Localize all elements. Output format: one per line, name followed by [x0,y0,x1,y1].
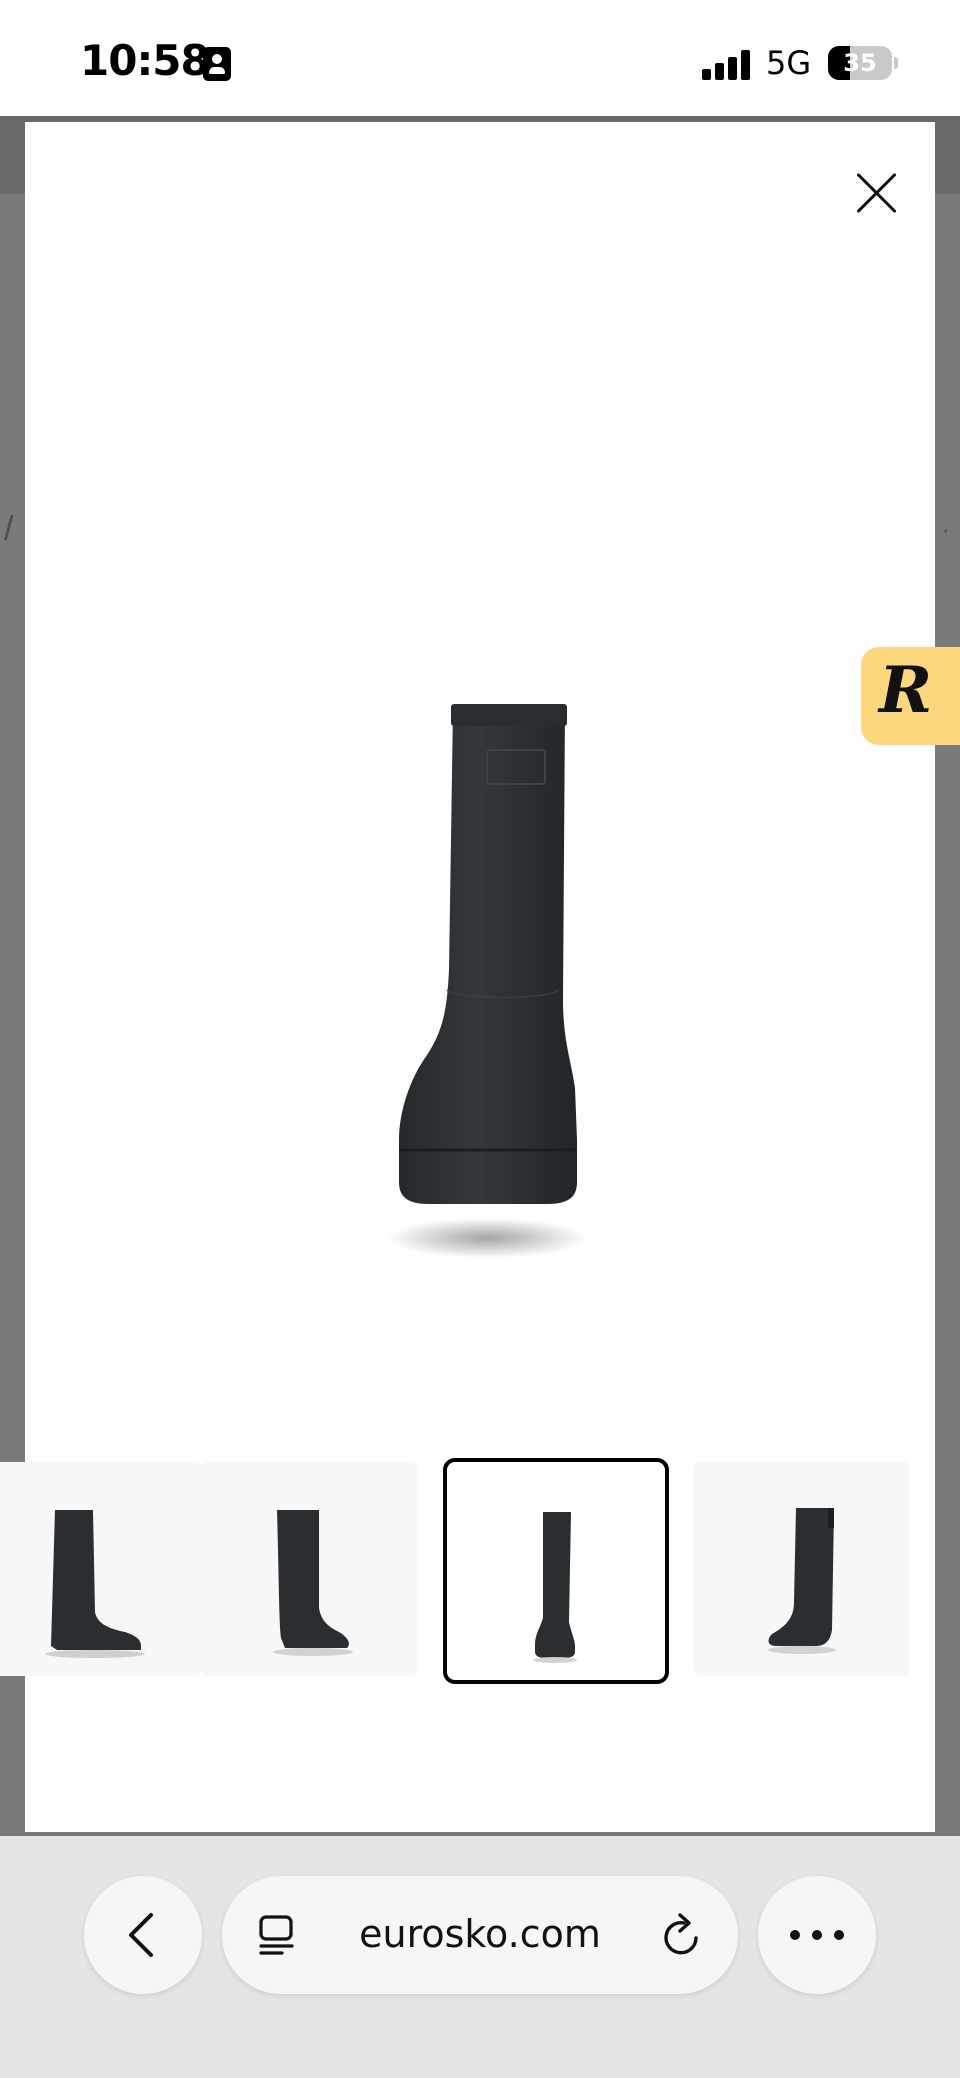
badge-letter: R [879,653,933,728]
page-fragment: · [941,514,950,544]
battery-level: 35 [843,49,877,77]
signal-icon [702,50,750,80]
chevron-left-icon [129,1913,153,1957]
thumbnail-three-quarter[interactable] [201,1462,417,1676]
contact-card-icon [203,47,231,81]
product-image-main [377,570,597,1260]
battery-icon: 35 [828,46,892,80]
reload-icon[interactable] [660,1912,704,1958]
page-breadcrumb-fragment: / [4,510,14,548]
back-button[interactable] [84,1876,202,1994]
status-bar: 10:58 5G 35 [0,0,960,116]
floating-r-badge[interactable]: R [861,647,960,745]
address-bar[interactable]: eurosko.com [222,1876,738,1994]
more-icon [790,1930,844,1940]
thumbnail-side[interactable] [0,1462,201,1676]
more-button[interactable] [758,1876,876,1994]
browser-toolbar: eurosko.com [0,1836,960,2078]
status-time: 10:58 [80,36,210,85]
network-type: 5G [766,44,812,82]
thumbnail-front-selected[interactable] [443,1458,669,1684]
image-viewer-modal [0,122,935,1832]
thumbnail-back[interactable] [694,1462,910,1676]
battery-nub [894,57,898,69]
close-button[interactable] [845,160,909,224]
